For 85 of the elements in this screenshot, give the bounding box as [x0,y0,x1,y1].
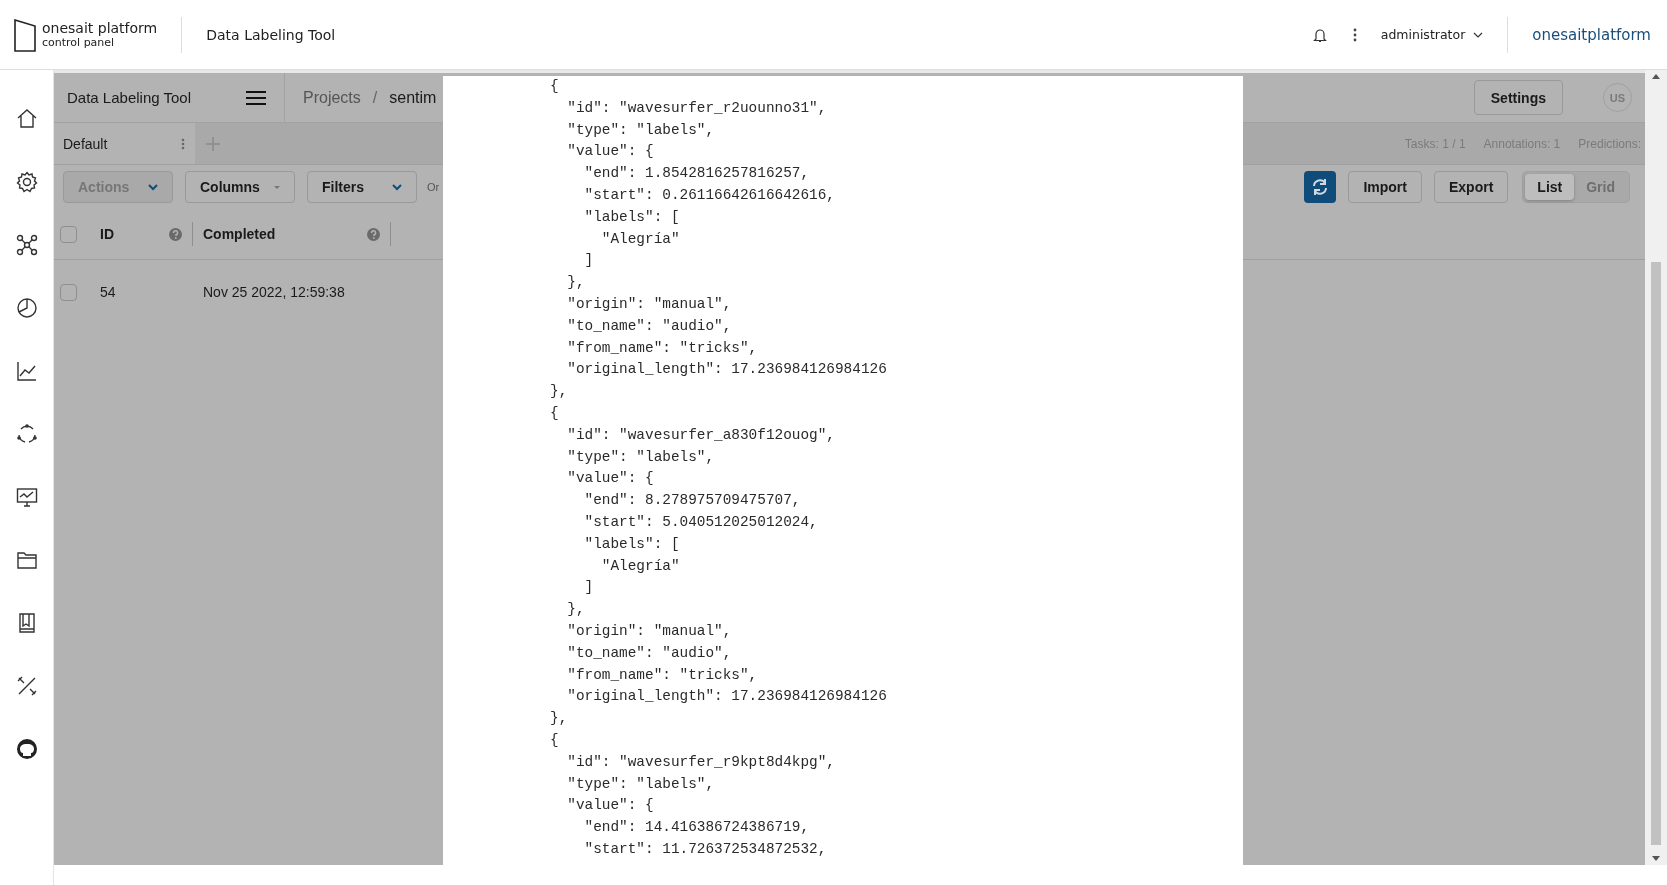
code-line: "end": 14.416386724386719, [583,818,811,838]
app-title: Data Labeling Tool [206,26,336,43]
code-line: "start": 11.726372534872532, [583,839,828,859]
code-line: "to_name": "audio", [566,316,733,336]
code-line: "value": { [566,142,655,162]
folder-icon[interactable] [15,549,38,571]
table-cell-text: Nov 25 2022, 12:59:38 [202,284,345,300]
code-line: "value": { [566,796,655,816]
help-icon [367,227,380,241]
code-line: "from_name": "tricks", [566,338,759,358]
door-logo-icon [14,17,36,52]
app-title: Data Labeling Tool [66,89,192,106]
settings-button[interactable]: Settings [1473,80,1563,115]
cycle-icon[interactable] [15,423,38,445]
refresh-button[interactable] [1304,171,1337,203]
code-line: "value": { [566,469,655,489]
chevron-down-icon [392,183,402,191]
scroll-down-icon[interactable] [1652,856,1660,861]
monitor-chart-icon[interactable] [15,486,38,508]
circle-logo-icon[interactable] [15,738,38,760]
code-line: }, [550,709,569,729]
view-tab[interactable]: Default [54,123,195,164]
help-icon [169,227,182,241]
settings-icon[interactable] [15,171,38,193]
more-vertical-icon [181,137,185,150]
user-menu[interactable]: administrator [1380,27,1484,42]
code-line: "start": 0.26116642616642616, [583,186,836,205]
column-header[interactable]: ID [77,226,192,242]
scroll-up-icon[interactable] [1652,74,1660,79]
code-line: { [550,403,560,423]
order-label: Or [427,181,440,193]
refresh-icon [1312,179,1329,195]
code-line: }, [566,600,586,620]
breadcrumb-link[interactable]: Projects [303,88,361,107]
chevron-down-icon [148,183,158,191]
code-line: "end": 1.8542816257816257, [583,164,811,184]
row-checkbox[interactable] [60,283,77,301]
code-line: "Alegría" [600,229,681,249]
code-line: "from_name": "tricks", [566,665,759,685]
table-cell-text: 54 [99,284,117,300]
brand-link[interactable]: onesaitplatform [1532,25,1651,44]
code-line: "start": 5.040512025012024, [583,512,819,532]
chevron-down-icon [1473,31,1484,38]
caret-down-icon [273,184,280,190]
code-line: "labels": [ [583,534,681,554]
breadcrumb-link[interactable]: sentim [389,88,437,107]
code-line: "origin": "manual", [566,621,733,641]
network-nodes-icon[interactable] [15,234,38,256]
code-line: "type": "labels", [566,447,716,467]
view-mode-option[interactable]: List [1525,174,1575,200]
code-line: ] [583,251,595,271]
code-line: { [550,730,560,750]
code-line: "original_length": 17.236984126984126 [566,360,888,380]
code-line: }, [550,382,569,402]
code-line: "end": 8.278975709475707, [583,491,802,511]
tools-icon[interactable] [15,675,38,697]
more-vertical-icon[interactable] [1352,27,1357,42]
code-line: "Alegría" [600,556,681,576]
pie-chart-icon[interactable] [15,297,38,319]
import-button[interactable]: Import [1348,171,1422,203]
code-line: "to_name": "audio", [566,643,733,663]
columns-button[interactable]: Columns [185,171,295,203]
filters-button[interactable]: Filters [307,171,417,203]
logo-title: onesait platform [42,19,158,36]
code-line: "id": "wavesurfer_a830f12ouog", [566,425,836,445]
line-chart-icon[interactable] [15,360,38,382]
bell-icon[interactable] [1312,26,1327,43]
code-line: }, [566,273,586,293]
code-line: "type": "labels", [566,774,716,794]
code-line: "original_length": 17.236984126984126 [566,687,888,707]
code-line: "id": "wavesurfer_r2uounno31", [566,98,828,118]
breadcrumb-separator: / [372,88,378,107]
scrollbar[interactable] [1645,70,1667,865]
code-line: "origin": "manual", [566,294,733,314]
logo-subtitle: control panel [42,35,115,50]
code-line: { [550,77,560,96]
view-mode-toggle[interactable]: List Grid [1522,171,1630,203]
home-icon[interactable] [15,108,38,130]
select-all-checkbox[interactable] [60,225,77,243]
code-line: ] [583,578,595,598]
menu-icon[interactable] [246,89,266,106]
export-button[interactable]: Export [1434,171,1509,203]
code-line: "type": "labels", [566,120,716,140]
code-line: "labels": [ [583,207,681,227]
code-line: "id": "wavesurfer_r9kpt8d4kpg", [566,752,836,772]
